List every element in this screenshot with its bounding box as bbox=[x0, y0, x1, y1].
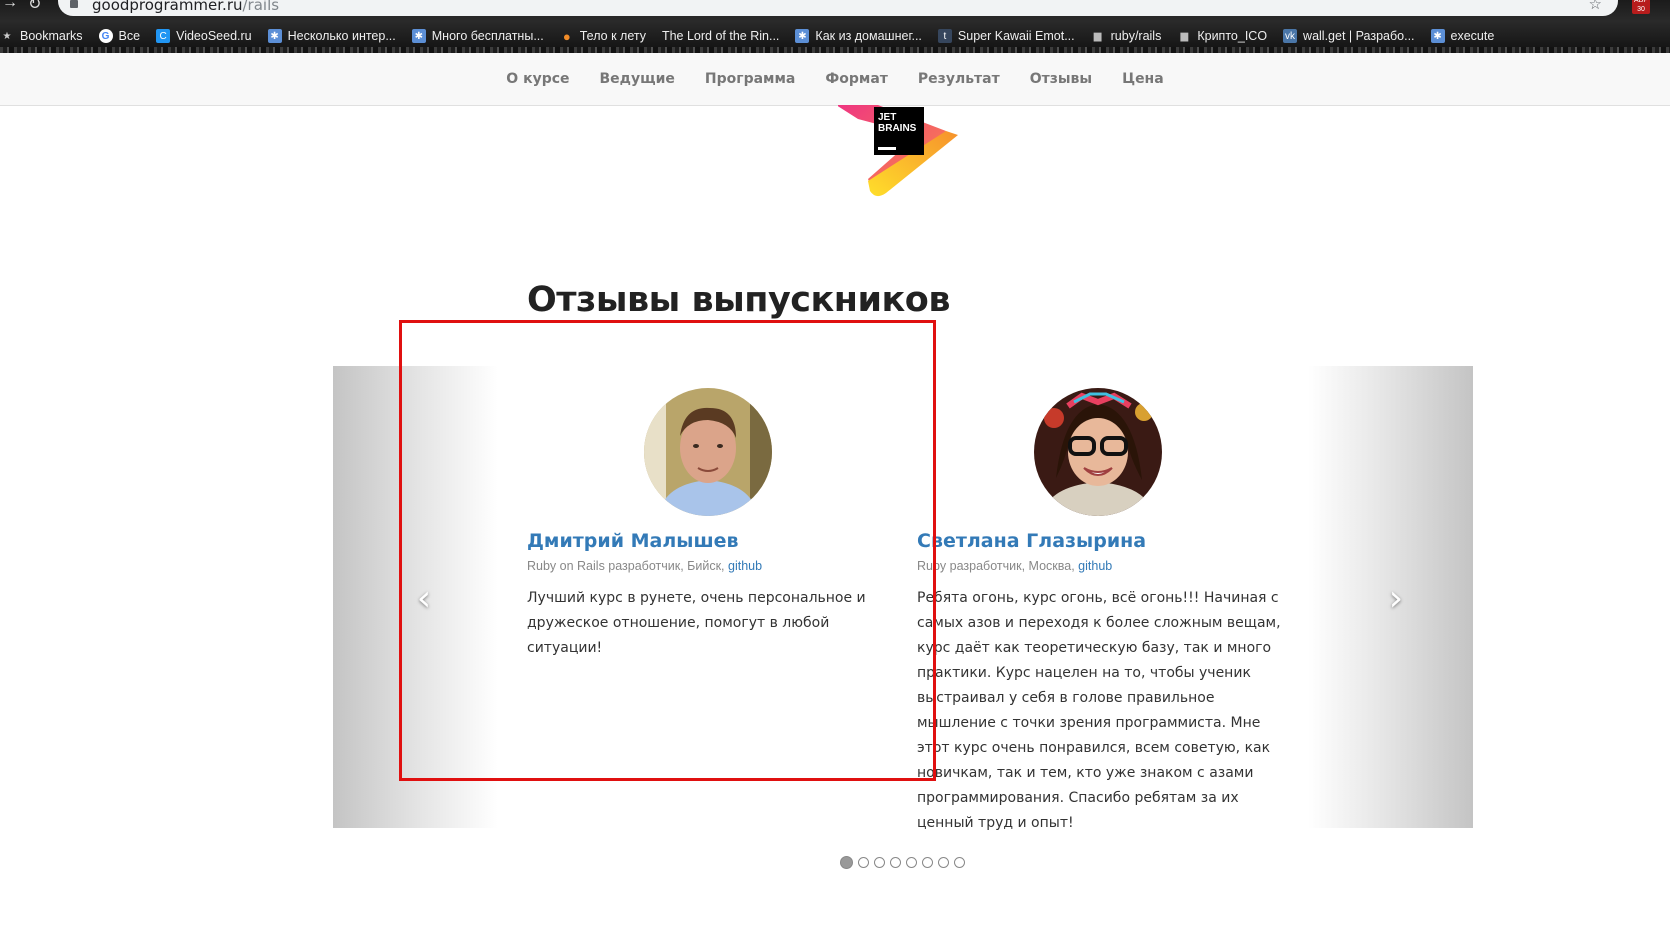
bookmark-label: Как из домашнег... bbox=[815, 29, 922, 43]
nav-about[interactable]: О курсе bbox=[506, 71, 569, 87]
carousel-dot[interactable] bbox=[906, 857, 917, 868]
github-link[interactable]: github bbox=[1078, 559, 1112, 573]
logo-text-brains: BRAINS bbox=[878, 123, 917, 134]
section-title: Отзывы выпускников bbox=[527, 280, 950, 320]
carousel-dot[interactable] bbox=[890, 857, 901, 868]
snowflake-icon: ✱ bbox=[795, 29, 810, 43]
review-text: Ребята огонь, курс огонь, всё огонь!!! Н… bbox=[917, 590, 1281, 831]
bookmark-item[interactable]: vk wall.get | Разрабо... bbox=[1283, 29, 1415, 43]
google-icon: G bbox=[98, 29, 113, 43]
reload-icon[interactable]: ↻ bbox=[28, 0, 41, 14]
url-text[interactable]: goodprogrammer.ru/rails bbox=[92, 0, 279, 14]
review-card: Светлана Глазырина Ruby разработчик, Мос… bbox=[917, 388, 1282, 836]
reviews-carousel: Дмитрий Малышев Ruby on Rails разработчи… bbox=[333, 366, 1473, 831]
bookmark-item[interactable]: ▆ Крипто_ICO bbox=[1177, 29, 1267, 43]
review-card: Дмитрий Малышев Ruby on Rails разработчи… bbox=[527, 388, 892, 661]
reviewer-role: Ruby разработчик, Москва, github bbox=[917, 559, 1113, 573]
orange-icon: ● bbox=[562, 28, 571, 44]
bookmark-item[interactable]: t Super Kawaii Emot... bbox=[937, 29, 1075, 43]
browser-chrome: → ↻ goodprogrammer.ru/rails ☆ ABP 30 ★ Bo… bbox=[0, 0, 1670, 53]
nav-price[interactable]: Цена bbox=[1122, 71, 1164, 87]
bookmark-label: Крипто_ICO bbox=[1197, 29, 1268, 43]
nav-reviews[interactable]: Отзывы bbox=[1030, 71, 1092, 87]
reviewer-name[interactable]: Дмитрий Малышев bbox=[527, 530, 892, 552]
bookmark-label: Super Kawaii Emot... bbox=[957, 29, 1075, 43]
lock-icon bbox=[70, 0, 78, 8]
bookmark-label: Много бесплатны... bbox=[431, 29, 544, 43]
carousel-dot[interactable] bbox=[954, 857, 965, 868]
folder-icon: ▆ bbox=[1093, 30, 1102, 42]
carousel-next-chevron-icon[interactable]: › bbox=[1381, 581, 1411, 617]
bookmark-item[interactable]: ✱ Несколько интер... bbox=[267, 29, 396, 43]
bookmark-item[interactable]: ✱ execute bbox=[1430, 29, 1495, 43]
carousel-dot[interactable] bbox=[858, 857, 869, 868]
bookmark-item[interactable]: The Lord of the Rin... bbox=[662, 29, 779, 43]
folder-icon: ▆ bbox=[1180, 30, 1189, 42]
nav-hosts[interactable]: Ведущие bbox=[600, 71, 675, 87]
bookmark-label: Bookmarks bbox=[20, 29, 83, 43]
logo-text-jet: JET bbox=[878, 112, 896, 123]
bookmark-label: VideoSeed.ru bbox=[176, 29, 252, 43]
bookmark-item[interactable]: ✱ Как из домашнег... bbox=[795, 29, 922, 43]
bookmark-star-icon[interactable]: ☆ bbox=[1589, 0, 1602, 13]
back-arrow-icon[interactable]: → bbox=[2, 0, 18, 12]
nav-program[interactable]: Программа bbox=[705, 71, 795, 87]
bookmark-item[interactable]: ● Тело к лету bbox=[560, 28, 646, 44]
jetbrains-logo: JET BRAINS bbox=[838, 105, 958, 197]
github-link[interactable]: github bbox=[728, 559, 762, 573]
carousel-indicators bbox=[840, 856, 970, 869]
videoseed-icon: C bbox=[156, 29, 171, 43]
bookmarks-bar: ★ Bookmarks G Все C VideoSeed.ru ✱ Несколько ин… bbox=[0, 26, 1510, 46]
star-icon: ★ bbox=[2, 30, 12, 42]
carousel-dot[interactable] bbox=[922, 857, 933, 868]
tumblr-icon: t bbox=[937, 29, 952, 43]
bookmark-label: ruby/rails bbox=[1110, 29, 1162, 43]
carousel-dot[interactable] bbox=[938, 857, 949, 868]
snowflake-icon: ✱ bbox=[411, 29, 426, 43]
nav-format[interactable]: Формат bbox=[825, 71, 888, 87]
avatar-svetlana bbox=[1034, 388, 1162, 516]
nav-result[interactable]: Результат bbox=[918, 71, 1000, 87]
snowflake-icon: ✱ bbox=[1430, 29, 1445, 43]
site-navigation: О курсе Ведущие Программа Формат Результат От… bbox=[0, 53, 1670, 106]
bookmark-label: wall.get | Разрабо... bbox=[1303, 29, 1415, 43]
bookmark-label: Все bbox=[118, 29, 141, 43]
avatar-dmitry bbox=[644, 388, 772, 516]
bookmark-item[interactable]: C VideoSeed.ru bbox=[156, 29, 252, 43]
reviewer-name[interactable]: Светлана Глазырина bbox=[917, 530, 1282, 552]
bookmark-label: Несколько интер... bbox=[287, 29, 396, 43]
vk-icon: vk bbox=[1283, 29, 1298, 43]
bookmark-item[interactable]: ✱ Много бесплатны... bbox=[411, 29, 544, 43]
address-bar[interactable]: goodprogrammer.ru/rails ☆ bbox=[58, 0, 1618, 16]
bookmark-item[interactable]: ▆ ruby/rails bbox=[1091, 29, 1162, 43]
bookmark-label: The Lord of the Rin... bbox=[661, 29, 780, 43]
carousel-dot[interactable] bbox=[840, 856, 853, 869]
adblock-extension-icon[interactable]: ABP 30 bbox=[1632, 0, 1650, 14]
reviewer-role: Ruby on Rails разработчик, Бийск, github bbox=[527, 559, 763, 573]
bookmark-item[interactable]: G Все bbox=[98, 29, 141, 43]
carousel-dot[interactable] bbox=[874, 857, 885, 868]
bookmark-label: execute bbox=[1450, 29, 1495, 43]
carousel-prev-chevron-icon[interactable]: ‹ bbox=[409, 581, 439, 617]
bookmark-label: Тело к лету bbox=[579, 29, 646, 43]
snowflake-icon: ✱ bbox=[267, 29, 282, 43]
review-text: Лучший курс в рунете, очень персональное… bbox=[527, 590, 866, 656]
bookmark-item[interactable]: ★ Bookmarks bbox=[0, 29, 83, 43]
